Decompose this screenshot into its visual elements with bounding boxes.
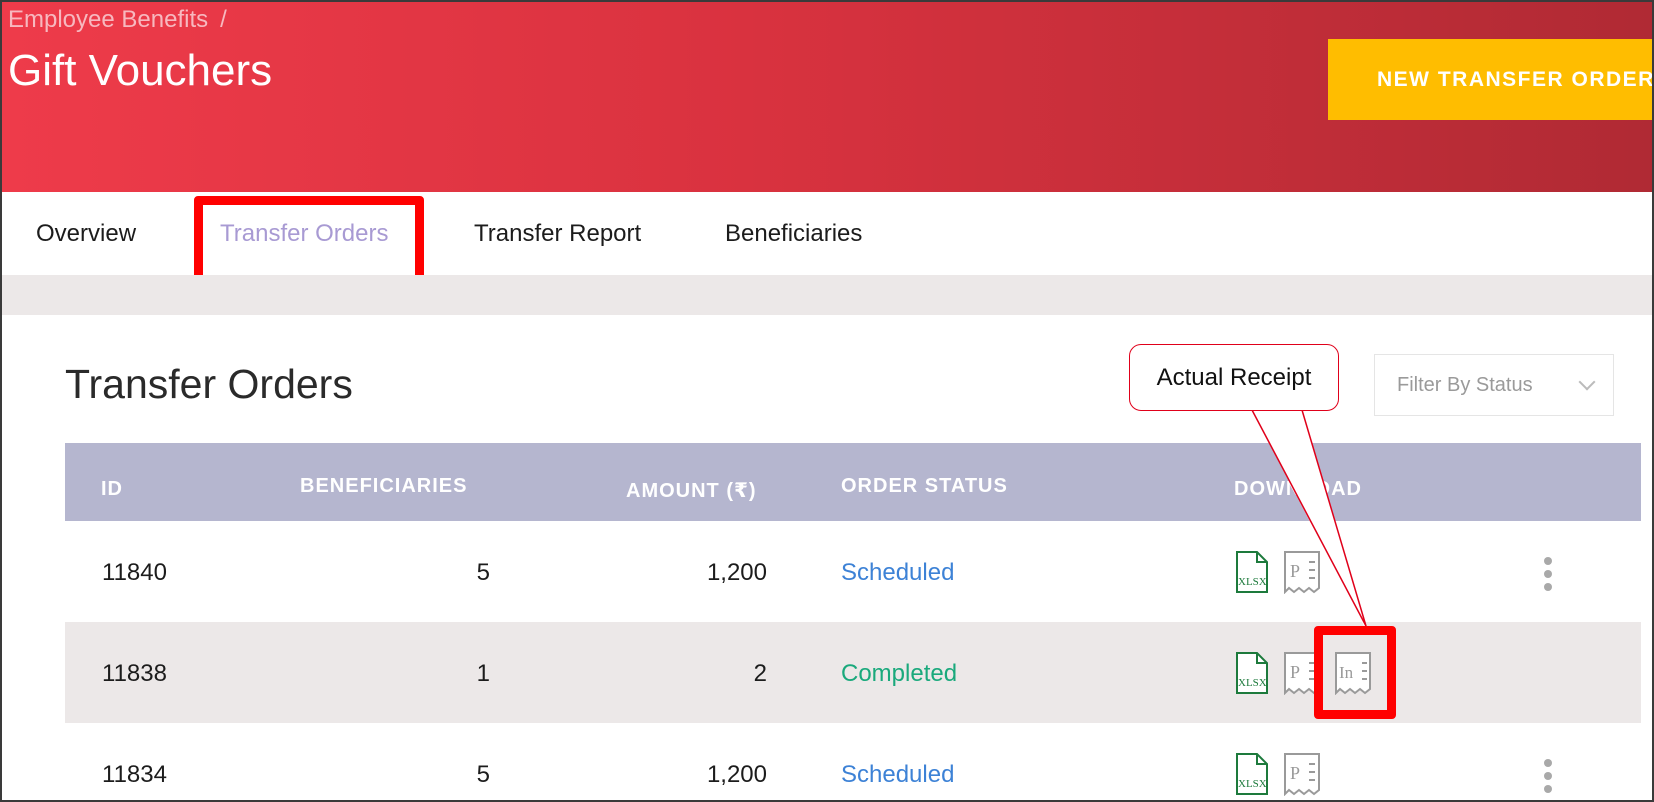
callout-box: Actual Receipt (1129, 344, 1339, 411)
screenshot-frame: Employee Benefits / Gift Vouchers NEW TRA… (0, 0, 1654, 802)
callout-pointer (1251, 409, 1367, 627)
receipt-highlight-box (1314, 626, 1396, 719)
